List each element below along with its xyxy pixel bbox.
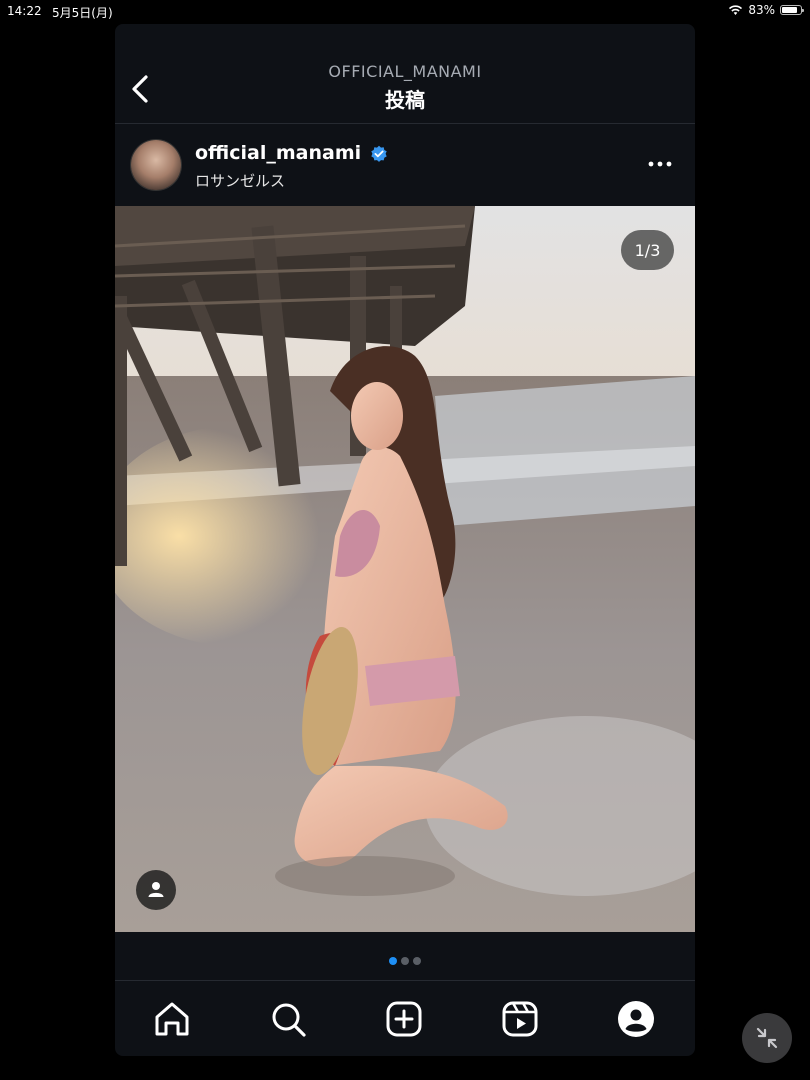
post-username[interactable]: official_manami bbox=[195, 142, 361, 164]
exit-fullscreen-button[interactable] bbox=[742, 1013, 792, 1063]
status-bar: 14:22 5月5日(月) 83% bbox=[0, 0, 810, 22]
shrink-arrows-icon bbox=[756, 1027, 778, 1049]
status-date: 5月5日(月) bbox=[52, 6, 113, 20]
carousel-indicator bbox=[115, 950, 695, 965]
page-title: 投稿 bbox=[385, 88, 425, 112]
battery-percent: 83% bbox=[748, 3, 775, 17]
carousel-dot bbox=[413, 957, 421, 965]
person-icon bbox=[148, 882, 164, 897]
post-page-header: OFFICIAL_MANAMI 投稿 bbox=[115, 24, 695, 124]
carousel-counter-badge: 1/3 bbox=[621, 230, 674, 270]
beach-photo-illustration bbox=[115, 206, 695, 932]
post-photo[interactable]: 1/3 bbox=[115, 206, 695, 932]
app-window: OFFICIAL_MANAMI 投稿 official_manami ロサンゼル… bbox=[115, 24, 695, 1056]
wifi-icon bbox=[729, 5, 743, 15]
battery-fill bbox=[782, 7, 797, 13]
post-header: official_manami ロサンゼルス bbox=[115, 124, 695, 206]
carousel-dot bbox=[401, 957, 409, 965]
more-options-icon[interactable] bbox=[643, 152, 677, 176]
status-time: 14:22 bbox=[7, 4, 42, 18]
create-icon[interactable] bbox=[384, 999, 424, 1039]
post-location[interactable]: ロサンゼルス bbox=[195, 170, 285, 191]
profile-icon[interactable] bbox=[616, 999, 656, 1039]
reels-icon[interactable] bbox=[500, 999, 540, 1039]
carousel-dot bbox=[389, 957, 397, 965]
tagged-people-button[interactable] bbox=[136, 870, 176, 910]
bottom-nav bbox=[115, 980, 695, 1056]
avatar[interactable] bbox=[131, 140, 181, 190]
search-icon[interactable] bbox=[268, 999, 308, 1039]
status-right: 83% bbox=[728, 3, 804, 17]
home-icon[interactable] bbox=[152, 999, 192, 1039]
verified-badge-icon bbox=[371, 145, 387, 162]
battery-icon bbox=[780, 5, 804, 15]
header-account-name: OFFICIAL_MANAMI bbox=[328, 62, 482, 81]
